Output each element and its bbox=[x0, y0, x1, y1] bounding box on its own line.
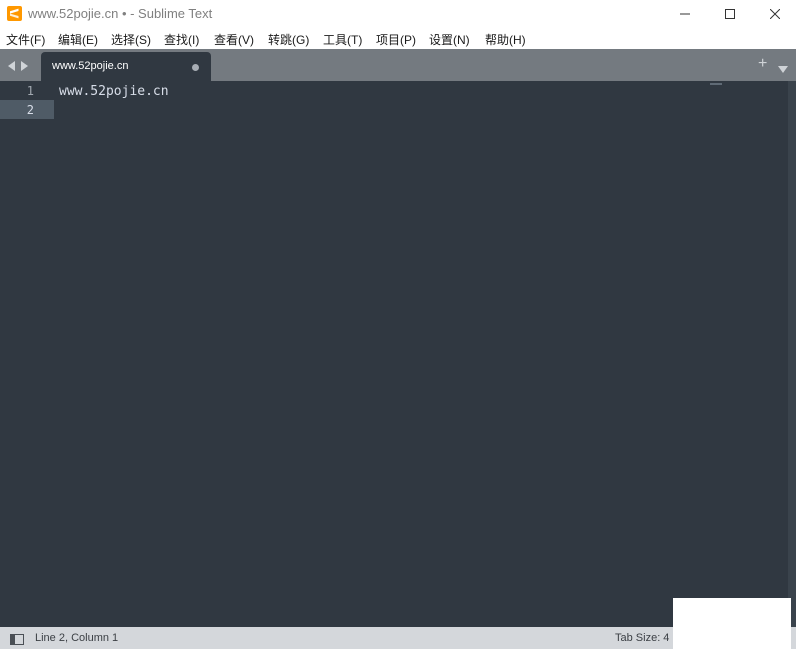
arrow-right-icon[interactable] bbox=[20, 59, 30, 71]
line-number-current: 2 bbox=[26, 103, 34, 117]
menu-preferences[interactable]: 设置(N) bbox=[429, 31, 470, 48]
maximize-button[interactable] bbox=[707, 0, 753, 28]
vertical-scrollbar[interactable] bbox=[788, 81, 796, 627]
line-gutter: 1 2 bbox=[0, 81, 54, 627]
modified-dot-icon[interactable] bbox=[192, 64, 199, 71]
menu-edit[interactable]: 编辑(E) bbox=[58, 31, 98, 48]
minimize-button[interactable] bbox=[662, 0, 708, 28]
cursor-position[interactable]: Line 2, Column 1 bbox=[35, 632, 118, 644]
new-tab-button[interactable]: + bbox=[758, 56, 767, 72]
menu-help[interactable]: 帮助(H) bbox=[485, 31, 526, 48]
close-icon bbox=[770, 9, 780, 19]
menu-view[interactable]: 查看(V) bbox=[214, 31, 254, 48]
close-button[interactable] bbox=[752, 0, 796, 28]
menu-file[interactable]: 文件(F) bbox=[6, 31, 45, 48]
tab-size-indicator[interactable]: Tab Size: 4 bbox=[615, 632, 669, 644]
title-bar: www.52pojie.cn • - Sublime Text bbox=[0, 0, 796, 28]
chevron-down-icon[interactable] bbox=[778, 61, 788, 79]
window-title: www.52pojie.cn • - Sublime Text bbox=[28, 6, 213, 21]
minimize-icon bbox=[680, 13, 690, 15]
menu-find[interactable]: 查找(I) bbox=[164, 31, 199, 48]
menu-bar: 文件(F) 编辑(E) 选择(S) 查找(I) 查看(V) 转跳(G) 工具(T… bbox=[0, 28, 796, 49]
minimap-marker bbox=[710, 83, 722, 85]
line-number: 1 bbox=[26, 84, 34, 98]
overlay-block bbox=[673, 598, 791, 649]
tab-active-file[interactable]: www.52pojie.cn bbox=[41, 52, 211, 81]
code-line[interactable]: www.52pojie.cn bbox=[59, 84, 169, 99]
menu-selection[interactable]: 选择(S) bbox=[111, 31, 151, 48]
sidebar-toggle-icon[interactable] bbox=[10, 632, 24, 649]
menu-tools[interactable]: 工具(T) bbox=[323, 31, 362, 48]
editor-area[interactable]: 1 2 www.52pojie.cn bbox=[0, 81, 796, 627]
arrow-left-icon[interactable] bbox=[6, 59, 16, 71]
sublime-icon bbox=[7, 6, 22, 21]
tab-bar: www.52pojie.cn + bbox=[0, 49, 796, 81]
maximize-icon bbox=[725, 9, 735, 19]
menu-project[interactable]: 项目(P) bbox=[376, 31, 416, 48]
menu-goto[interactable]: 转跳(G) bbox=[268, 31, 309, 48]
tab-navigation bbox=[6, 59, 36, 71]
tab-label: www.52pojie.cn bbox=[52, 60, 129, 72]
